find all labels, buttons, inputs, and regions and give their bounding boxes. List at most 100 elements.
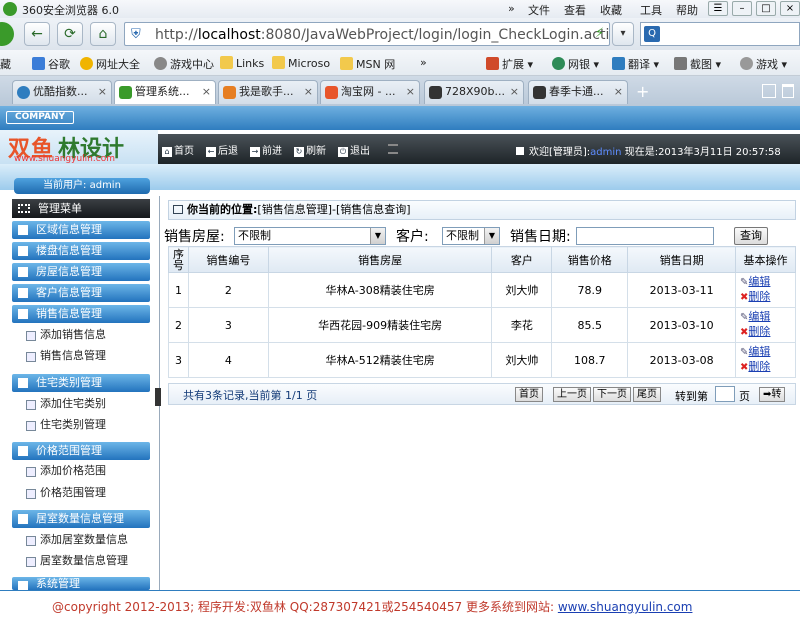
- sale-house: 华林A-308精装住宅房: [267, 272, 493, 308]
- fav-microsoft[interactable]: Microso: [272, 56, 330, 70]
- footer-site-link[interactable]: www.shuangyulin.com: [558, 600, 693, 614]
- sale-id: 2: [187, 272, 269, 308]
- chevron-down-icon: ▼: [370, 228, 385, 244]
- sidebar-section-room-count[interactable]: 居室数量信息管理: [12, 510, 150, 528]
- house-filter-label: 销售房屋:: [164, 229, 225, 245]
- minimize-icon[interactable]: –: [732, 1, 752, 16]
- close-tab-icon[interactable]: ×: [614, 81, 623, 103]
- menu-help[interactable]: 帮助: [676, 2, 698, 18]
- sidebar-item-manage-sales[interactable]: 销售信息管理: [26, 348, 106, 364]
- sidebar-item-add-house-type[interactable]: 添加住宅类别: [26, 396, 106, 412]
- sidebar-section-estate[interactable]: 楼盘信息管理: [12, 242, 150, 260]
- address-dropdown-icon[interactable]: ▾: [612, 22, 634, 46]
- edit-link[interactable]: 编辑: [748, 345, 770, 358]
- new-tab-button[interactable]: +: [636, 82, 649, 101]
- close-window-icon[interactable]: ×: [780, 1, 800, 16]
- tab-admin[interactable]: 管理系统... ×: [114, 80, 216, 104]
- edit-link[interactable]: 编辑: [748, 275, 770, 288]
- sidebar-section-price-range[interactable]: 价格范围管理: [12, 442, 150, 460]
- tab-youku[interactable]: 优酷指数... ×: [12, 80, 112, 104]
- sidebar-item-add-price-range[interactable]: 添加价格范围: [26, 463, 106, 479]
- tab-taobao[interactable]: 淘宝网 - ... ×: [320, 80, 420, 104]
- grid-icon: [18, 204, 30, 213]
- row-actions: ✎编辑 ✖删除: [735, 307, 796, 343]
- logout-link[interactable]: ⏻ 退出: [338, 142, 370, 157]
- sohu-icon: [223, 86, 236, 99]
- skin-icon[interactable]: ☰: [708, 1, 728, 16]
- sidebar-section-customer[interactable]: 客户信息管理: [12, 284, 150, 302]
- fav-item[interactable]: 藏: [0, 56, 11, 72]
- close-tab-icon[interactable]: ×: [510, 81, 519, 103]
- date-filter-label: 销售日期:: [510, 229, 571, 245]
- menu-view[interactable]: 查看: [564, 2, 586, 18]
- lightning-icon[interactable]: ⚡: [595, 26, 604, 41]
- refresh-link[interactable]: ↻ 刷新: [294, 142, 326, 157]
- sidebar-item-add-sales[interactable]: 添加销售信息: [26, 327, 106, 343]
- close-tab-icon[interactable]: ×: [406, 81, 415, 103]
- address-bar[interactable]: ⛨ http://localhost:8080/JavaWebProject/l…: [124, 22, 610, 46]
- next-page-button[interactable]: 下一页: [593, 387, 631, 402]
- search-engine-icon[interactable]: Q: [644, 26, 660, 42]
- forward-link[interactable]: → 前进: [250, 142, 282, 157]
- house-select[interactable]: 不限制 ▼: [234, 227, 386, 245]
- sidebar-item-add-room-count[interactable]: 添加居室数量信息: [26, 532, 128, 548]
- fav-game-center[interactable]: 游戏中心: [154, 56, 214, 72]
- fav-links[interactable]: Links: [220, 56, 264, 70]
- address-text[interactable]: http://localhost:8080/JavaWebProject/log…: [155, 27, 609, 43]
- customer-select[interactable]: 不限制 ▼: [442, 227, 500, 245]
- tab-singer[interactable]: 我是歌手... ×: [218, 80, 318, 104]
- search-input[interactable]: Q: [640, 22, 800, 46]
- menu-tools[interactable]: 工具: [640, 2, 662, 18]
- back-link[interactable]: ← 后退: [206, 142, 238, 157]
- close-tab-icon[interactable]: ×: [98, 81, 107, 103]
- refresh-button[interactable]: ⟳: [57, 22, 83, 46]
- sale-date-input[interactable]: [576, 227, 714, 245]
- sidebar-section-system[interactable]: 系统管理: [12, 577, 150, 590]
- back-button[interactable]: ←: [24, 22, 50, 46]
- sidebar-section-sales[interactable]: 销售信息管理: [12, 305, 150, 323]
- close-tab-icon[interactable]: ×: [304, 81, 313, 103]
- home-globe-icon[interactable]: [0, 22, 14, 46]
- close-tab-icon[interactable]: ×: [202, 81, 211, 103]
- delete-link[interactable]: 删除: [748, 290, 770, 303]
- query-button[interactable]: 查询: [734, 227, 768, 245]
- home-button[interactable]: ⌂: [90, 22, 116, 46]
- tab-list-icon[interactable]: [762, 84, 776, 98]
- row-actions: ✎编辑 ✖删除: [735, 272, 796, 308]
- browser-title: 360安全浏览器 6.0: [22, 4, 119, 17]
- menu-file[interactable]: 文件: [528, 2, 550, 18]
- delete-link[interactable]: 删除: [748, 325, 770, 338]
- sidebar-collapse-handle[interactable]: [155, 388, 161, 406]
- fav-msn[interactable]: MSN 网: [340, 56, 395, 72]
- last-page-button[interactable]: 尾页: [633, 387, 661, 402]
- tab-cartoon[interactable]: 春季卡通... ×: [528, 80, 628, 104]
- menu-favorites[interactable]: 收藏: [600, 2, 622, 18]
- tool-games[interactable]: 游戏 ▾: [740, 56, 787, 72]
- home-link[interactable]: ⌂ 首页: [162, 142, 194, 157]
- trash-icon[interactable]: [782, 84, 794, 98]
- tool-screenshot[interactable]: 截图 ▾: [674, 56, 721, 72]
- menu-lines-icon: [388, 144, 398, 154]
- go-button[interactable]: ➡转: [759, 387, 786, 402]
- sidebar-item-manage-price-range[interactable]: 价格范围管理: [26, 485, 106, 501]
- first-page-button[interactable]: 首页: [515, 387, 543, 402]
- tool-extensions[interactable]: 扩展 ▾: [486, 56, 533, 72]
- sidebar-section-house[interactable]: 房屋信息管理: [12, 263, 150, 281]
- tool-translate[interactable]: 翻译 ▾: [612, 56, 659, 72]
- taobao-icon: [325, 86, 338, 99]
- sidebar-item-manage-house-type[interactable]: 住宅类别管理: [26, 417, 106, 433]
- goto-page-input[interactable]: [715, 386, 735, 402]
- fav-google[interactable]: 谷歌: [32, 56, 70, 72]
- sidebar-section-area[interactable]: 区域信息管理: [12, 221, 150, 239]
- menu-overflow-icon[interactable]: »: [508, 2, 515, 15]
- fav-overflow-icon[interactable]: »: [420, 56, 427, 69]
- sidebar-section-house-type[interactable]: 住宅类别管理: [12, 374, 150, 392]
- sidebar-item-manage-room-count[interactable]: 居室数量信息管理: [26, 553, 128, 569]
- edit-link[interactable]: 编辑: [748, 310, 770, 323]
- tab-728x90[interactable]: 728X90b... ×: [424, 80, 524, 104]
- fav-hao[interactable]: 网址大全: [80, 56, 140, 72]
- prev-page-button[interactable]: 上一页: [553, 387, 591, 402]
- maximize-icon[interactable]: □: [756, 1, 776, 16]
- delete-link[interactable]: 删除: [748, 360, 770, 373]
- tool-bank[interactable]: 网银 ▾: [552, 56, 599, 72]
